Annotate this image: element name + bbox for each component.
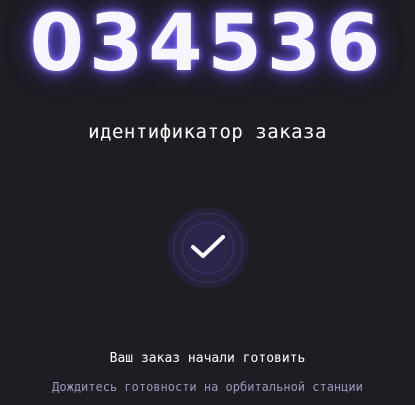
- status-badge: [167, 207, 249, 289]
- order-id: 034536: [29, 0, 386, 89]
- check-icon: [191, 235, 225, 258]
- status-hint: Дождитесь готовности на орбитальной стан…: [52, 380, 363, 394]
- order-status-screen: 034536 идентификатор заказа Ваш заказ на…: [0, 0, 415, 405]
- order-id-caption: идентификатор заказа: [88, 121, 327, 143]
- status-title: Ваш заказ начали готовить: [109, 351, 306, 366]
